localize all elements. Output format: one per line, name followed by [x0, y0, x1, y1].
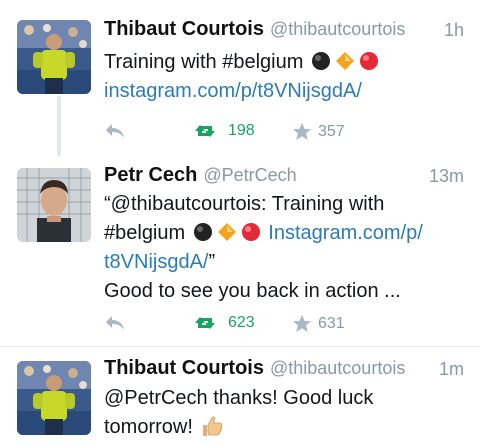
tweet-header: Thibaut Courtois @thibautcourtois 1h: [104, 18, 464, 44]
retweet-button[interactable]: 623: [194, 314, 255, 332]
tweet-content: Thibaut Courtois @thibautcourtois 1m @Pet…: [104, 357, 464, 442]
tweet-actions: 198 357: [104, 122, 464, 146]
avatar-courtois-image: [17, 20, 91, 94]
favorite-star-icon: [293, 315, 311, 332]
tweet-cech-quote[interactable]: Petr Cech @PetrCech 13m “@thibautcourtois…: [0, 150, 480, 342]
favorite-count: 631: [318, 314, 345, 332]
tweet-text-body: Training with #belgium: [104, 51, 304, 73]
tweet-timestamp[interactable]: 13m: [429, 166, 464, 187]
reply-button[interactable]: [104, 314, 126, 332]
favorite-count: 357: [318, 122, 345, 140]
tweet-courtois-training[interactable]: Thibaut Courtois @thibautcourtois 1h Trai…: [0, 0, 480, 150]
reply-icon: [106, 316, 124, 330]
quote-line-1: “@thibautcourtois: Training with: [104, 193, 385, 215]
tweet-content: Petr Cech @PetrCech 13m “@thibautcourtois…: [104, 164, 464, 332]
instagram-link[interactable]: instagram.com/p/t8VNijsgdA/: [104, 80, 362, 102]
tweet-timestamp[interactable]: 1h: [444, 20, 464, 41]
user-handle[interactable]: @thibautcourtois: [270, 19, 405, 39]
red-circle-emoji: [359, 52, 378, 70]
avatar-cech[interactable]: [17, 168, 91, 242]
tweet-timeline: Thibaut Courtois @thibautcourtois 1h Trai…: [0, 0, 480, 446]
reply-text-line-1: @PetrCech thanks! Good luck: [104, 387, 374, 409]
hashtag-belgium[interactable]: #belgium: [104, 222, 185, 244]
user-display-name[interactable]: Petr Cech: [104, 164, 197, 186]
tweet-text: “@thibautcourtois: Training with #belgiu…: [104, 190, 464, 306]
favorite-button[interactable]: 631: [292, 314, 345, 333]
tweet-header: Thibaut Courtois @thibautcourtois 1m: [104, 357, 464, 383]
avatar-courtois[interactable]: [17, 361, 91, 435]
black-circle-emoji: [311, 52, 330, 70]
user-handle[interactable]: @thibautcourtois: [270, 358, 405, 378]
tweet-text: Training with #belgium instagram.com/p/t…: [104, 48, 464, 106]
thumbs-up-emoji: [203, 416, 223, 436]
red-circle-emoji: [241, 223, 260, 241]
favorite-button[interactable]: 357: [292, 122, 345, 141]
black-circle-emoji: [193, 223, 212, 241]
orange-diamond-emoji: [335, 52, 354, 70]
tweet-courtois-reply[interactable]: Thibaut Courtois @thibautcourtois 1m @Pet…: [0, 347, 480, 446]
tweet-actions: 623 631: [104, 314, 464, 338]
instagram-link-part-1[interactable]: Instagram.com/p/: [268, 222, 423, 244]
retweet-button[interactable]: 198: [194, 122, 255, 140]
reply-comment: Good to see you back in action ...: [104, 280, 401, 302]
instagram-link-part-2[interactable]: t8VNijsgdA/: [104, 251, 209, 273]
user-handle[interactable]: @PetrCech: [203, 165, 296, 185]
retweet-count: 623: [228, 314, 255, 331]
avatar-courtois-image: [17, 361, 91, 435]
tweet-timestamp[interactable]: 1m: [439, 359, 464, 380]
reply-button[interactable]: [104, 122, 126, 140]
user-display-name[interactable]: Thibaut Courtois: [104, 357, 264, 379]
user-display-name[interactable]: Thibaut Courtois: [104, 18, 264, 40]
orange-diamond-emoji: [217, 223, 236, 241]
tweet-content: Thibaut Courtois @thibautcourtois 1h Trai…: [104, 18, 464, 140]
tweet-header: Petr Cech @PetrCech 13m: [104, 164, 464, 190]
favorite-star-icon: [293, 123, 311, 140]
retweet-count: 198: [228, 122, 255, 139]
tweet-text: @PetrCech thanks! Good luck tomorrow!: [104, 384, 464, 442]
avatar-cech-image: [17, 168, 91, 242]
quote-close-mark: ”: [208, 251, 216, 273]
avatar-courtois[interactable]: [17, 20, 91, 94]
reply-icon: [106, 124, 124, 138]
reply-text-line-2: tomorrow!: [104, 416, 193, 438]
retweet-icon: [195, 125, 215, 137]
retweet-icon: [195, 317, 215, 329]
